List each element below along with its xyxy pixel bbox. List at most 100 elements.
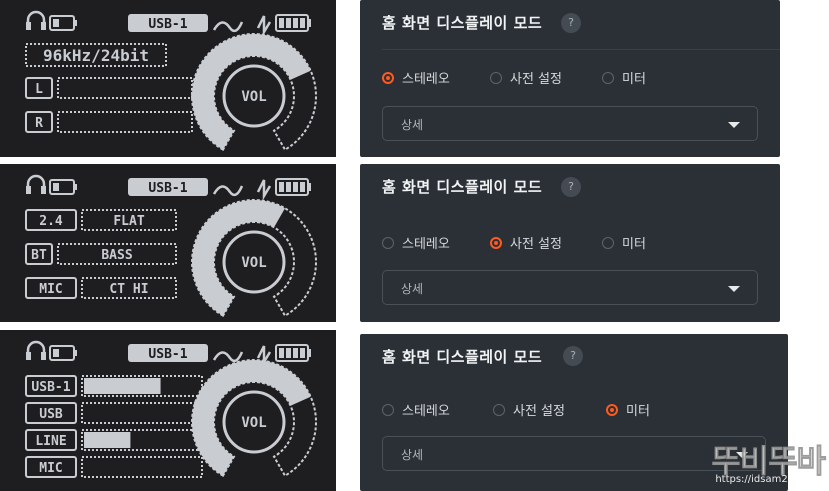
radio-icon xyxy=(382,71,394,84)
battery-icon xyxy=(53,183,59,191)
watermark: 뚜비뚜바 https://idsam209.com xyxy=(648,436,829,491)
lcd-screen-meter: USB-1 USB-1 USB LINE MIC VOL xyxy=(0,330,336,491)
settings-panel-preset: 홈 화면 디스플레이 모드 ? 스테레오 사전 설정 미터 상세 xyxy=(360,164,780,322)
charge-icon xyxy=(256,179,272,201)
radio-icon xyxy=(490,236,502,249)
row-tag: MIC xyxy=(39,461,62,476)
radio-icon xyxy=(382,236,394,249)
battery-icon xyxy=(74,20,77,26)
headphone-icon xyxy=(41,352,46,360)
radio-icon xyxy=(493,403,505,416)
lcd-canvas: USB-1 2.4 FLAT BT BASS MIC CT HI VOL xyxy=(25,174,317,318)
source-label: USB-1 xyxy=(148,347,187,362)
row-value-box xyxy=(57,77,193,99)
divider xyxy=(382,49,780,50)
radio-label: 사전 설정 xyxy=(510,72,562,87)
battery-full-icon xyxy=(308,183,311,191)
source-label: USB-1 xyxy=(148,181,187,196)
radio-label: 미터 xyxy=(622,237,646,252)
radio-icon xyxy=(602,236,614,249)
row-tag: BT xyxy=(31,248,47,263)
radio-stereo[interactable]: 스테레오 xyxy=(382,400,450,419)
battery-icon xyxy=(53,19,59,27)
radio-preset[interactable]: 사전 설정 xyxy=(490,68,562,87)
battery-cell xyxy=(286,18,291,28)
panel-title: 홈 화면 디스플레이 모드 xyxy=(382,178,543,196)
lcd-canvas: USB-1 96kHz/24bit L R VOL xyxy=(25,10,317,152)
radio-icon xyxy=(602,71,614,84)
radio-meter[interactable]: 미터 xyxy=(602,233,646,252)
radio-label: 사전 설정 xyxy=(513,404,565,419)
row-tag: 2.4 xyxy=(39,214,63,229)
radio-icon xyxy=(606,403,618,416)
help-icon[interactable]: ? xyxy=(561,177,581,197)
row-value-box xyxy=(57,111,193,133)
row-tag: USB xyxy=(39,407,63,422)
radio-meter[interactable]: 미터 xyxy=(602,68,646,87)
radio-label: 사전 설정 xyxy=(510,237,562,252)
battery-cell xyxy=(279,348,284,358)
signal-icon xyxy=(212,351,244,363)
chevron-down-icon xyxy=(728,122,740,128)
dropdown-value: 상세 xyxy=(401,282,424,296)
radio-label: 스테레오 xyxy=(402,404,450,419)
radio-stereo[interactable]: 스테레오 xyxy=(382,233,450,252)
radio-label: 스테레오 xyxy=(402,237,450,252)
battery-icon xyxy=(53,349,59,357)
volume-label: VOL xyxy=(241,255,266,271)
radio-icon xyxy=(490,71,502,84)
radio-stereo[interactable]: 스테레오 xyxy=(382,68,450,87)
radio-preset[interactable]: 사전 설정 xyxy=(493,400,565,419)
radio-preset[interactable]: 사전 설정 xyxy=(490,233,562,252)
signal-icon xyxy=(212,185,244,197)
battery-icon xyxy=(74,350,77,356)
row-value: CT HI xyxy=(109,282,148,297)
battery-cell xyxy=(286,348,291,358)
detail-dropdown[interactable]: 상세 xyxy=(382,270,758,305)
watermark-url: https://idsam209.com xyxy=(715,474,825,485)
row-tag: L xyxy=(35,82,43,97)
headphone-icon xyxy=(41,186,46,194)
help-icon[interactable]: ? xyxy=(563,346,583,366)
row-value-box xyxy=(81,456,203,478)
row-value-box xyxy=(81,402,203,424)
lcd-screen-preset: USB-1 2.4 FLAT BT BASS MIC CT HI VOL xyxy=(0,164,336,322)
source-label: USB-1 xyxy=(148,17,187,32)
battery-cell xyxy=(293,348,298,358)
lcd-canvas: USB-1 USB-1 USB LINE MIC VOL xyxy=(25,340,317,478)
row-tag: MIC xyxy=(39,282,62,297)
dropdown-value: 상세 xyxy=(401,448,424,462)
help-icon[interactable]: ? xyxy=(561,13,581,33)
radio-icon xyxy=(382,403,394,416)
format-label: 96kHz/24bit xyxy=(43,46,149,65)
row-tag: LINE xyxy=(35,434,66,449)
dropdown-value: 상세 xyxy=(401,118,424,132)
row-level-bar xyxy=(84,432,131,448)
battery-cell xyxy=(293,182,298,192)
radio-meter[interactable]: 미터 xyxy=(606,400,650,419)
row-value: BASS xyxy=(101,248,132,263)
row-level-bar xyxy=(84,378,161,394)
headphone-icon xyxy=(41,22,46,30)
settings-panel-stereo: 홈 화면 디스플레이 모드 ? 스테레오 사전 설정 미터 상세 xyxy=(360,0,780,157)
lcd-screen-stereo: USB-1 96kHz/24bit L R VOL xyxy=(0,0,336,157)
signal-icon xyxy=(212,21,244,33)
battery-cell xyxy=(300,182,305,192)
headphone-icon xyxy=(26,352,31,360)
battery-cell xyxy=(279,18,284,28)
panel-title: 홈 화면 디스플레이 모드 xyxy=(382,14,543,32)
detail-dropdown[interactable]: 상세 xyxy=(382,106,758,141)
chevron-down-icon xyxy=(728,286,740,292)
battery-cell xyxy=(286,182,291,192)
battery-full-icon xyxy=(308,349,311,357)
battery-icon xyxy=(74,184,77,190)
battery-cell xyxy=(300,18,305,28)
volume-label: VOL xyxy=(241,89,266,105)
battery-cell xyxy=(300,348,305,358)
battery-cell xyxy=(279,182,284,192)
battery-full-icon xyxy=(308,19,311,27)
charge-icon xyxy=(256,15,272,37)
headphone-icon xyxy=(26,186,31,194)
radio-label: 미터 xyxy=(622,72,646,87)
headphone-icon xyxy=(26,22,31,30)
